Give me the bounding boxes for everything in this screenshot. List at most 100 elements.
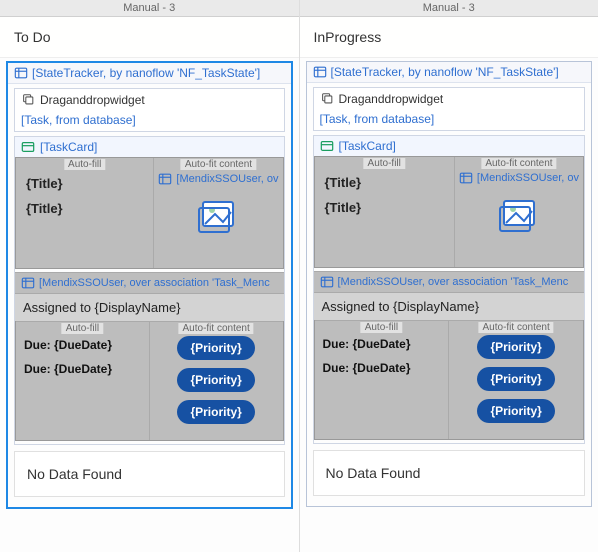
title-text-1: {Title} bbox=[325, 175, 444, 190]
cell-size-label-autofill: Auto-fill bbox=[361, 322, 402, 333]
datasource-icon bbox=[459, 171, 473, 185]
user-link-text: [MendixSSOUser, ov bbox=[477, 172, 579, 184]
assigned-to-text: Assigned to {DisplayName} bbox=[23, 300, 181, 315]
widget-name-text: Draganddropwidget bbox=[339, 92, 444, 106]
association-label: [MendixSSOUser, over association 'Task_M… bbox=[338, 276, 569, 288]
grid-row-title: Auto-fill {Title} {Title} Auto-fit conte… bbox=[315, 157, 584, 267]
cell-size-label-autofill: Auto-fill bbox=[62, 323, 103, 334]
no-data-text: No Data Found bbox=[27, 466, 122, 482]
cell-size-label-autofit: Auto-fit content bbox=[481, 158, 556, 169]
section-title-text: To Do bbox=[14, 29, 51, 45]
cell-size-label-autofill: Auto-fill bbox=[64, 159, 105, 170]
copy-icon bbox=[21, 93, 35, 107]
image-placeholder-icon[interactable] bbox=[197, 200, 239, 234]
datasource-row-statetracker[interactable]: [StateTracker, by nanoflow 'NF_TaskState… bbox=[307, 62, 592, 83]
cell-priority[interactable]: Auto-fit content {Priority} {Priority} {… bbox=[150, 322, 283, 440]
datasource-icon bbox=[313, 65, 327, 79]
cell-user[interactable]: Auto-fit content [MendixSSOUser, ov bbox=[455, 157, 583, 267]
user-link-text: [MendixSSOUser, ov bbox=[176, 173, 278, 185]
association-strip[interactable]: [MendixSSOUser, over association 'Task_M… bbox=[314, 271, 585, 292]
due-text-2: Due: {DueDate} bbox=[323, 361, 441, 375]
taskcard-label: [TaskCard] bbox=[40, 140, 97, 154]
cell-size-label-autofit: Auto-fit content bbox=[178, 323, 253, 334]
state-tracker-panel[interactable]: [StateTracker, by nanoflow 'NF_TaskState… bbox=[6, 61, 293, 509]
grid-row-title: Auto-fill {Title} {Title} Auto-fit conte… bbox=[16, 158, 283, 268]
datasource-icon bbox=[320, 275, 334, 289]
due-text-1: Due: {DueDate} bbox=[323, 337, 441, 351]
cell-size-label-autofit: Auto-fit content bbox=[181, 159, 256, 170]
datasource-icon bbox=[14, 66, 28, 80]
column-tab-header[interactable]: Manual - 3 bbox=[300, 0, 598, 17]
layout-grid-bottom[interactable]: Auto-fill Due: {DueDate} Due: {DueDate} … bbox=[314, 320, 585, 440]
priority-badge[interactable]: {Priority} bbox=[477, 367, 554, 391]
card-icon bbox=[320, 139, 334, 153]
datasource-icon bbox=[158, 172, 172, 186]
cell-size-label-autofill: Auto-fill bbox=[364, 158, 405, 169]
state-tracker-panel[interactable]: [StateTracker, by nanoflow 'NF_TaskState… bbox=[306, 61, 593, 507]
spacer bbox=[307, 500, 592, 506]
column-section-title[interactable]: To Do bbox=[0, 17, 299, 58]
assigned-to-text: Assigned to {DisplayName} bbox=[322, 299, 480, 314]
cell-size-label-autofit: Auto-fit content bbox=[478, 322, 553, 333]
assigned-to-row[interactable]: Assigned to {DisplayName} bbox=[15, 293, 284, 321]
image-placeholder-icon[interactable] bbox=[498, 199, 540, 233]
title-text-2: {Title} bbox=[325, 200, 444, 215]
widget-header: Draganddropwidget bbox=[15, 89, 284, 111]
due-text-1: Due: {DueDate} bbox=[24, 338, 141, 352]
spacer bbox=[8, 501, 291, 507]
grid-row-due: Auto-fill Due: {DueDate} Due: {DueDate} … bbox=[16, 321, 283, 440]
column-section-title[interactable]: InProgress bbox=[300, 17, 598, 58]
layout-grid-bottom[interactable]: Auto-fill Due: {DueDate} Due: {DueDate} … bbox=[15, 321, 284, 441]
layout-grid-top[interactable]: Auto-fill {Title} {Title} Auto-fit conte… bbox=[314, 156, 585, 268]
priority-badge[interactable]: {Priority} bbox=[177, 336, 254, 360]
column-tab-header[interactable]: Manual - 3 bbox=[0, 0, 299, 17]
widget-name-text: Draganddropwidget bbox=[40, 93, 145, 107]
priority-badge[interactable]: {Priority} bbox=[177, 368, 254, 392]
title-text-2: {Title} bbox=[26, 201, 143, 216]
no-data-placeholder: No Data Found bbox=[14, 451, 285, 497]
taskcard-header[interactable]: [TaskCard] bbox=[314, 136, 585, 156]
cell-title[interactable]: Auto-fill {Title} {Title} bbox=[315, 157, 455, 267]
user-datasource-link[interactable]: [MendixSSOUser, ov bbox=[158, 172, 278, 186]
column-tab-label: Manual - 3 bbox=[423, 2, 475, 14]
datasource-icon bbox=[21, 276, 35, 290]
section-title-text: InProgress bbox=[314, 29, 382, 45]
copy-icon bbox=[320, 92, 334, 106]
kanban-column: Manual - 3 InProgress [StateTracker, by … bbox=[300, 0, 598, 552]
card-icon bbox=[21, 140, 35, 154]
taskcard-header[interactable]: [TaskCard] bbox=[15, 137, 284, 157]
title-text-1: {Title} bbox=[26, 176, 143, 191]
task-source-link: [Task, from database] bbox=[320, 110, 435, 126]
kanban-column: Manual - 3 To Do [StateTracker, by nanof… bbox=[0, 0, 300, 552]
widget-container[interactable]: Draganddropwidget [Task, from database] bbox=[313, 87, 586, 131]
taskcard-panel[interactable]: [TaskCard] Auto-fill {Title} {Title} Aut… bbox=[14, 136, 285, 445]
grid-row-due: Auto-fill Due: {DueDate} Due: {DueDate} … bbox=[315, 320, 584, 439]
association-strip[interactable]: [MendixSSOUser, over association 'Task_M… bbox=[15, 272, 284, 293]
priority-badge[interactable]: {Priority} bbox=[477, 399, 554, 423]
state-tracker-link: [StateTracker, by nanoflow 'NF_TaskState… bbox=[331, 65, 559, 79]
state-tracker-link: [StateTracker, by nanoflow 'NF_TaskState… bbox=[32, 66, 260, 80]
widget-container[interactable]: Draganddropwidget [Task, from database] bbox=[14, 88, 285, 132]
priority-badge[interactable]: {Priority} bbox=[177, 400, 254, 424]
cell-user[interactable]: Auto-fit content [MendixSSOUser, ov bbox=[154, 158, 282, 268]
task-source-link: [Task, from database] bbox=[21, 111, 136, 127]
taskcard-panel[interactable]: [TaskCard] Auto-fill {Title} {Title} Aut… bbox=[313, 135, 586, 444]
association-label: [MendixSSOUser, over association 'Task_M… bbox=[39, 277, 270, 289]
layout-grid-top[interactable]: Auto-fill {Title} {Title} Auto-fit conte… bbox=[15, 157, 284, 269]
task-datasource-row[interactable]: [Task, from database] bbox=[15, 111, 284, 131]
due-text-2: Due: {DueDate} bbox=[24, 362, 141, 376]
user-datasource-link[interactable]: [MendixSSOUser, ov bbox=[459, 171, 579, 185]
column-tab-label: Manual - 3 bbox=[123, 2, 175, 14]
task-datasource-row[interactable]: [Task, from database] bbox=[314, 110, 585, 130]
datasource-row-statetracker[interactable]: [StateTracker, by nanoflow 'NF_TaskState… bbox=[8, 63, 291, 84]
cell-title[interactable]: Auto-fill {Title} {Title} bbox=[16, 158, 154, 268]
priority-badge[interactable]: {Priority} bbox=[477, 335, 554, 359]
cell-due[interactable]: Auto-fill Due: {DueDate} Due: {DueDate} bbox=[16, 322, 150, 440]
cell-due[interactable]: Auto-fill Due: {DueDate} Due: {DueDate} bbox=[315, 321, 450, 439]
no-data-placeholder: No Data Found bbox=[313, 450, 586, 496]
cell-priority[interactable]: Auto-fit content {Priority} {Priority} {… bbox=[449, 321, 583, 439]
assigned-to-row[interactable]: Assigned to {DisplayName} bbox=[314, 292, 585, 320]
no-data-text: No Data Found bbox=[326, 465, 421, 481]
taskcard-label: [TaskCard] bbox=[339, 139, 396, 153]
widget-header: Draganddropwidget bbox=[314, 88, 585, 110]
